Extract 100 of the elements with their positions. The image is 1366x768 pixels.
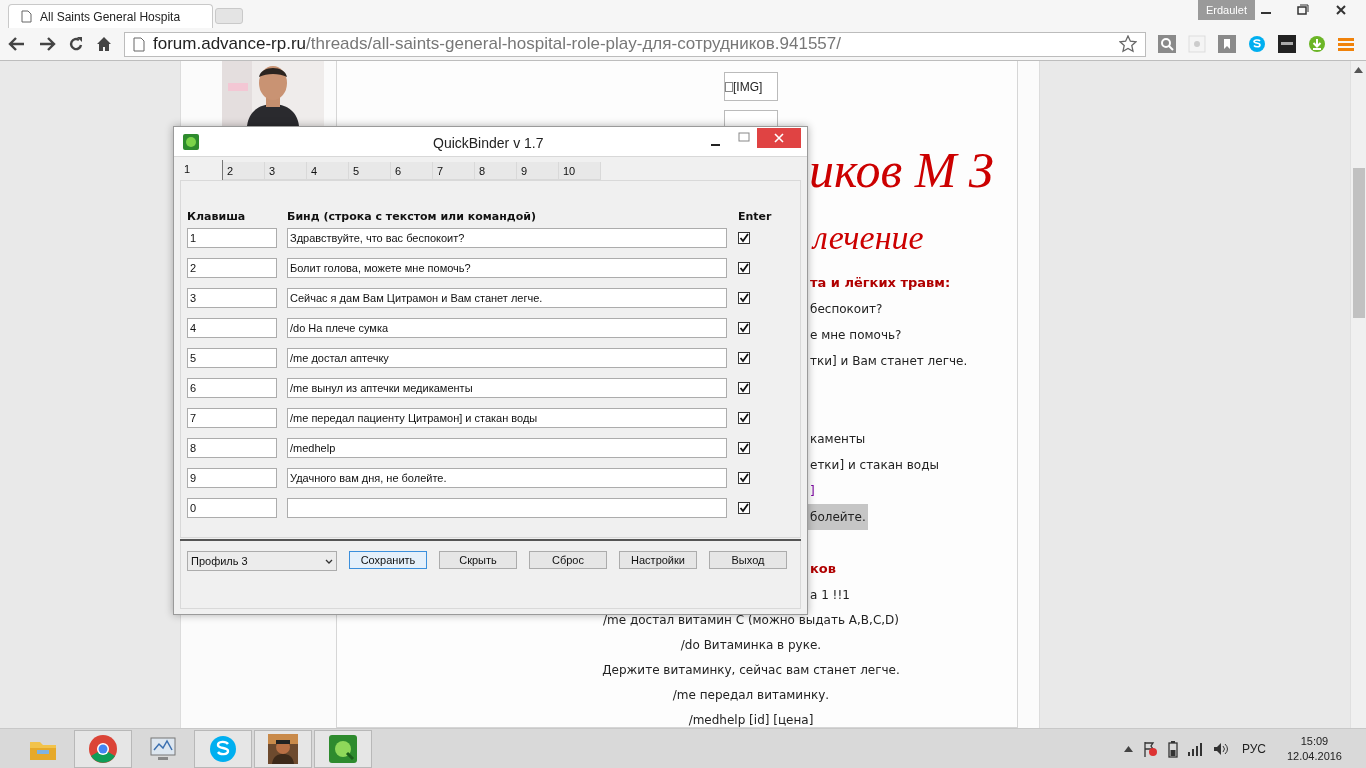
subheading: лечение (813, 220, 925, 256)
enter-checkbox[interactable] (738, 412, 750, 424)
column-header: Enter (738, 208, 772, 225)
enter-checkbox[interactable] (738, 232, 750, 244)
tab[interactable]: 7 (433, 162, 475, 180)
tab[interactable]: 1 (181, 160, 223, 180)
back-icon[interactable] (8, 36, 26, 52)
close-icon[interactable] (1335, 4, 1347, 16)
bookmark-icon[interactable] (1218, 35, 1236, 53)
bind-field[interactable]: /me передал пациенту Цитрамон] и стакан воды (287, 408, 727, 428)
star-icon[interactable] (1119, 35, 1137, 53)
key-field[interactable]: 9 (187, 468, 277, 488)
post-text: /medhelp [id] [цена] (688, 712, 814, 728)
key-field[interactable]: 5 (187, 348, 277, 368)
post-text: ков (810, 560, 836, 578)
key-field[interactable]: 4 (187, 318, 277, 338)
chevron-down-icon (325, 558, 333, 564)
volume-icon[interactable] (1212, 741, 1229, 756)
column-header: Бинд (строка с текстом или командой) (287, 208, 537, 225)
dialog-button[interactable]: Сохранить (349, 551, 427, 569)
home-icon[interactable] (96, 36, 112, 52)
key-field[interactable]: 3 (187, 288, 277, 308)
forward-icon[interactable] (38, 36, 56, 52)
tab[interactable]: 2 (223, 162, 265, 180)
heading: иков М З (809, 142, 995, 198)
monitor-icon (148, 734, 178, 763)
reload-icon[interactable] (68, 36, 84, 52)
bind-field[interactable]: /medhelp (287, 438, 727, 458)
post-text: каменты (810, 431, 866, 448)
app-icon (329, 734, 357, 763)
tab[interactable]: 9 (517, 162, 559, 180)
key-field[interactable]: 7 (187, 408, 277, 428)
bind-field[interactable]: Сейчас я дам Вам Цитрамон и Вам станет легче. (287, 288, 727, 308)
bind-field[interactable]: Удачного вам дня, не болейте. (287, 468, 727, 488)
signal-icon[interactable] (1187, 741, 1204, 756)
enter-checkbox[interactable] (738, 502, 750, 514)
post-text: е мне помочь? (810, 327, 902, 344)
dialog-button[interactable]: Выход (709, 551, 787, 569)
enter-checkbox[interactable] (738, 292, 750, 304)
skype-icon (209, 734, 237, 763)
browser-tab[interactable]: All Saints General Hospita (8, 4, 213, 28)
tab-title: All Saints General Hospita (40, 8, 181, 26)
tab[interactable]: 10 (559, 162, 601, 180)
enter-checkbox[interactable] (738, 382, 750, 394)
page-icon (21, 10, 32, 23)
enter-checkbox[interactable] (738, 262, 750, 274)
language-indicator[interactable]: РУС (1241, 739, 1266, 758)
post-text: етки] и стакан воды (810, 457, 939, 474)
post-text: беспокоит? (810, 301, 883, 318)
tab[interactable]: 6 (391, 162, 433, 180)
enter-checkbox[interactable] (738, 442, 750, 454)
window-title: QuickBinder v 1.7 (433, 134, 544, 153)
profile-dropdown[interactable]: Профиль 3 (187, 551, 337, 571)
bind-field[interactable]: Здравствуйте, что вас беспокоит? (287, 228, 727, 248)
clock-time[interactable]: 15:09 (1300, 733, 1329, 749)
flag-icon[interactable] (1141, 740, 1158, 757)
post-text: Держите витаминку, сейчас вам станет легче. (602, 662, 900, 679)
key-field[interactable]: 1 (187, 228, 277, 248)
key-field[interactable]: 0 (187, 498, 277, 518)
address-bar[interactable]: forum.advance-rp.ru/threads/all-saints-general-hospital-role-play-для-сотрудников.941557/ (124, 31, 1146, 57)
dialog-button[interactable]: Настройки (619, 551, 697, 569)
post-text: тки] и Вам станет легче. (810, 353, 968, 370)
url-host: forum.advance-rp.ru (153, 34, 307, 54)
bind-field[interactable]: /me вынул из аптечки медикаменты (287, 378, 727, 398)
bind-field[interactable]: Болит голова, можете мне помочь? (287, 258, 727, 278)
scrollbar[interactable] (1350, 61, 1366, 728)
key-field[interactable]: 6 (187, 378, 277, 398)
key-field[interactable]: 2 (187, 258, 277, 278)
search-icon[interactable] (1158, 35, 1176, 53)
enter-checkbox[interactable] (738, 472, 750, 484)
tab[interactable]: 3 (265, 162, 307, 180)
bind-field[interactable]: /do На плече сумка (287, 318, 727, 338)
post-text: а 1 !!1 (810, 587, 850, 604)
extension-icon[interactable] (1278, 35, 1296, 53)
scroll-up-icon[interactable] (1354, 67, 1363, 73)
broken-image: [IMG] (724, 72, 778, 101)
tab[interactable]: 5 (349, 162, 391, 180)
post-text: /do Витаминка в руке. (680, 637, 822, 654)
post-text: /me достал витамин С (можно выдать A,B,C,D) (602, 612, 900, 629)
enter-checkbox[interactable] (738, 322, 750, 334)
maximize-icon[interactable] (1297, 4, 1309, 16)
download-icon[interactable] (1308, 35, 1326, 53)
bind-field[interactable] (287, 498, 727, 518)
scrollbar-thumb[interactable] (1352, 168, 1365, 318)
battery-icon[interactable] (1166, 739, 1179, 758)
column-header: Клавиша (187, 208, 247, 225)
dialog-button[interactable]: Сброс (529, 551, 607, 569)
dialog-button[interactable]: Скрыть (439, 551, 517, 569)
tab[interactable]: 8 (475, 162, 517, 180)
key-field[interactable]: 8 (187, 438, 277, 458)
link-text[interactable]: ] (810, 478, 815, 504)
bind-field[interactable]: /me достал аптечку (287, 348, 727, 368)
clock-date[interactable]: 12.04.2016 (1286, 748, 1342, 764)
tray-arrow-icon[interactable] (1123, 745, 1133, 752)
app-icon (183, 133, 199, 150)
post-text: та и лёгких травм: (810, 274, 951, 292)
enter-checkbox[interactable] (738, 352, 750, 364)
taskbar-item[interactable] (254, 729, 312, 768)
post-text: /me передал витаминку. (672, 687, 830, 704)
tab[interactable]: 4 (307, 162, 349, 180)
